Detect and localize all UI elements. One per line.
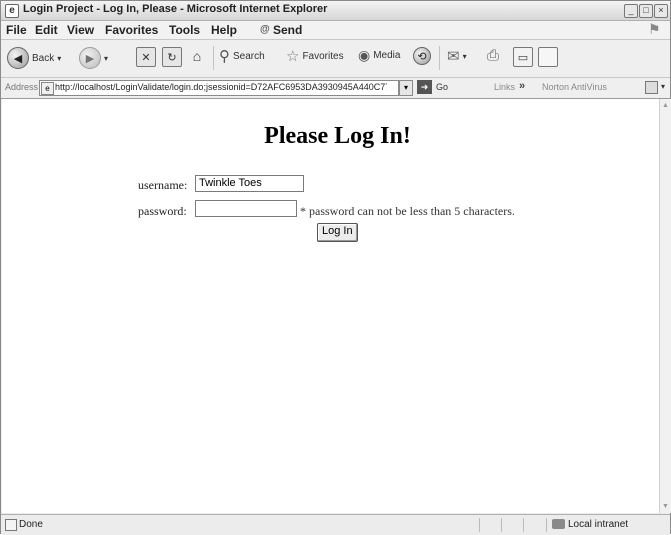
search-button[interactable]: ⚲ Search bbox=[219, 47, 265, 65]
discuss-button[interactable] bbox=[538, 47, 558, 67]
security-zone-text: Local intranet bbox=[568, 519, 629, 530]
mail-icon: ✉ bbox=[447, 48, 460, 65]
back-arrow-icon: ◀ bbox=[7, 47, 29, 69]
scroll-up-icon[interactable]: ▲ bbox=[661, 101, 670, 110]
page-icon: e bbox=[41, 82, 54, 95]
links-label[interactable]: Links bbox=[494, 82, 515, 92]
menu-edit[interactable]: Edit bbox=[35, 23, 58, 37]
window-title: Login Project - Log In, Please - Microso… bbox=[23, 3, 328, 15]
back-dropdown-icon[interactable]: ▾ bbox=[57, 54, 61, 63]
scroll-down-icon[interactable]: ▼ bbox=[661, 502, 670, 511]
toolbar: ◀ Back ▾ ▶ ▾ ✕ ↻ ⌂ ⚲ Search ☆ Favorites … bbox=[1, 40, 670, 78]
norton-dropdown-icon[interactable]: ▾ bbox=[661, 82, 665, 91]
menu-view[interactable]: View bbox=[67, 23, 94, 37]
history-button[interactable]: ⟲ bbox=[413, 47, 431, 65]
toolbar-separator bbox=[213, 46, 214, 70]
status-text: Done bbox=[19, 519, 43, 530]
login-button[interactable]: Log In bbox=[317, 223, 358, 242]
media-label: Media bbox=[373, 50, 401, 61]
home-button[interactable]: ⌂ bbox=[188, 47, 206, 65]
menu-file[interactable]: File bbox=[6, 23, 27, 37]
norton-label[interactable]: Norton AntiVirus bbox=[542, 82, 607, 92]
menu-bar: File Edit View Favorites Tools Help @ Se… bbox=[1, 21, 670, 40]
favorites-label: Favorites bbox=[302, 50, 344, 62]
address-dropdown-icon[interactable]: ▾ bbox=[399, 80, 413, 96]
browser-window: e Login Project - Log In, Please - Micro… bbox=[0, 0, 671, 535]
url-text[interactable]: http://localhost/LoginValidate/login.do;… bbox=[55, 82, 387, 92]
page-heading: Please Log In! bbox=[264, 123, 411, 149]
intranet-zone-icon bbox=[552, 519, 565, 529]
stop-button[interactable]: ✕ bbox=[136, 47, 156, 67]
back-label: Back bbox=[32, 52, 55, 64]
discuss-icon bbox=[538, 47, 558, 67]
title-bar: e Login Project - Log In, Please - Micro… bbox=[1, 1, 670, 21]
norton-icon[interactable] bbox=[645, 81, 658, 94]
password-input[interactable] bbox=[195, 200, 297, 217]
print-icon: ⎙ bbox=[487, 47, 500, 64]
search-label: Search bbox=[233, 50, 265, 62]
favorites-button[interactable]: ☆ Favorites bbox=[286, 47, 344, 65]
page-content: Please Log In! username: Twinkle Toes pa… bbox=[2, 99, 659, 513]
address-label: Address bbox=[5, 82, 39, 92]
go-button[interactable]: ➜ Go bbox=[417, 80, 448, 94]
status-divider bbox=[479, 518, 480, 532]
refresh-button[interactable]: ↻ bbox=[162, 47, 182, 67]
favorites-star-icon: ☆ bbox=[286, 48, 300, 65]
go-arrow-icon: ➜ bbox=[417, 80, 432, 94]
menu-send[interactable]: Send bbox=[273, 23, 302, 37]
menu-favorites[interactable]: Favorites bbox=[105, 23, 158, 37]
print-button[interactable]: ⎙ bbox=[487, 47, 499, 64]
maximize-icon[interactable]: □ bbox=[639, 4, 653, 18]
status-divider bbox=[523, 518, 524, 532]
history-icon: ⟲ bbox=[413, 47, 431, 65]
edit-button[interactable]: ▭ bbox=[513, 47, 533, 67]
forward-button[interactable]: ▶ ▾ bbox=[79, 47, 108, 69]
status-divider bbox=[501, 518, 502, 532]
window-controls: _ □ × bbox=[624, 4, 668, 18]
refresh-icon: ↻ bbox=[162, 47, 182, 67]
links-chevron-icon[interactable]: » bbox=[519, 80, 525, 92]
menu-tools[interactable]: Tools bbox=[169, 23, 200, 37]
forward-dropdown-icon[interactable]: ▾ bbox=[104, 54, 108, 63]
mail-dropdown-icon[interactable]: ▾ bbox=[463, 52, 467, 61]
minimize-icon[interactable]: _ bbox=[624, 4, 638, 18]
page-done-icon bbox=[5, 519, 17, 531]
search-icon: ⚲ bbox=[219, 48, 230, 65]
menu-help[interactable]: Help bbox=[211, 23, 237, 37]
status-divider bbox=[546, 518, 547, 532]
ie-logo-icon: e bbox=[5, 4, 19, 18]
home-icon: ⌂ bbox=[192, 48, 202, 64]
address-bar: Address e http://localhost/LoginValidate… bbox=[1, 78, 670, 99]
back-button[interactable]: ◀ Back ▾ bbox=[7, 47, 61, 69]
edit-page-icon: ▭ bbox=[513, 47, 533, 67]
stop-icon: ✕ bbox=[136, 47, 156, 67]
status-bar: Done Local intranet bbox=[1, 514, 670, 535]
send-icon: @ bbox=[260, 24, 270, 35]
username-input[interactable]: Twinkle Toes bbox=[195, 175, 304, 192]
forward-arrow-icon: ▶ bbox=[79, 47, 101, 69]
toolbar-separator bbox=[439, 46, 440, 70]
media-icon: ◉ bbox=[358, 47, 371, 63]
address-input[interactable]: e http://localhost/LoginValidate/login.d… bbox=[39, 80, 399, 96]
mail-button[interactable]: ✉ ▾ bbox=[447, 47, 467, 65]
password-label: password: bbox=[138, 204, 187, 218]
windows-flag-icon: ⚑ bbox=[648, 21, 661, 37]
go-label: Go bbox=[436, 82, 449, 92]
password-error: * password can not be less than 5 charac… bbox=[300, 204, 515, 218]
username-label: username: bbox=[138, 178, 188, 192]
close-icon[interactable]: × bbox=[654, 4, 668, 18]
vertical-scrollbar[interactable]: ▲ ▼ bbox=[659, 99, 671, 513]
media-button[interactable]: ◉ Media bbox=[358, 47, 400, 64]
